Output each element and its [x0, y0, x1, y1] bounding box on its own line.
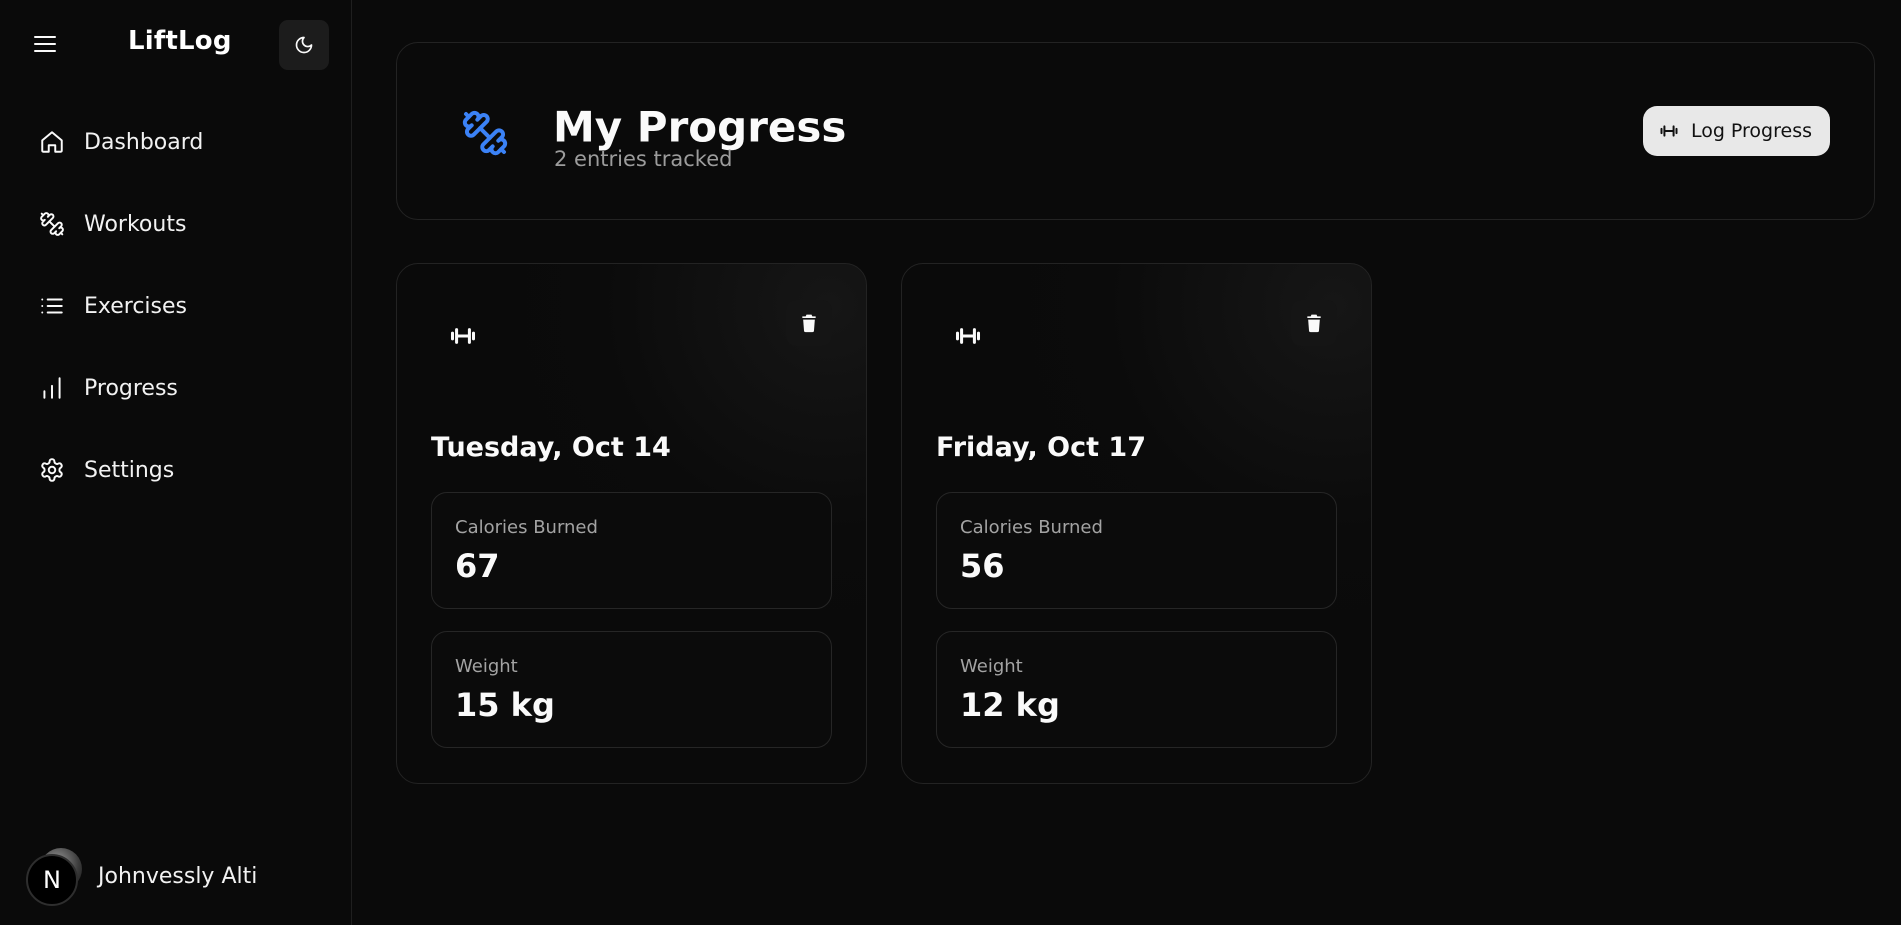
- menu-toggle-icon[interactable]: [34, 32, 58, 56]
- sidebar-item-label: Workouts: [84, 211, 187, 237]
- avatar-initial: N: [26, 854, 78, 906]
- progress-entry-card: Friday, Oct 17 Calories Burned 56 Weight…: [901, 263, 1372, 784]
- dumbbell-accent-icon: [461, 109, 509, 157]
- sidebar-item-dashboard[interactable]: Dashboard: [0, 101, 351, 183]
- sidebar-item-workouts[interactable]: Workouts: [0, 183, 351, 265]
- stat-value: 12 kg: [960, 686, 1060, 724]
- home-icon: [38, 128, 66, 156]
- user-profile[interactable]: N Johnvessly Alti: [26, 848, 258, 906]
- trash-icon: [1307, 314, 1321, 333]
- sidebar-item-progress[interactable]: Progress: [0, 347, 351, 429]
- sidebar-item-label: Progress: [84, 375, 178, 401]
- sidebar-item-label: Dashboard: [84, 129, 204, 155]
- sidebar: LiftLog Dashboard Workouts Exercises Pro…: [0, 0, 352, 925]
- delete-entry-button[interactable]: [786, 300, 832, 346]
- moon-icon: [295, 36, 313, 54]
- list-icon: [38, 292, 66, 320]
- stat-label: Weight: [960, 656, 1023, 677]
- stat-value: 15 kg: [455, 686, 555, 724]
- stat-weight: Weight 15 kg: [431, 631, 832, 748]
- sidebar-item-settings[interactable]: Settings: [0, 429, 351, 511]
- bar-chart-icon: [38, 374, 66, 402]
- dumbbell-icon: [38, 210, 66, 238]
- stat-calories: Calories Burned 56: [936, 492, 1337, 609]
- stat-calories: Calories Burned 67: [431, 492, 832, 609]
- app-root: LiftLog Dashboard Workouts Exercises Pro…: [0, 0, 1901, 925]
- page-header-card: My Progress 2 entries tracked Log Progre…: [396, 42, 1875, 220]
- trash-icon: [802, 314, 816, 333]
- log-progress-button[interactable]: Log Progress: [1642, 106, 1830, 156]
- page-subtitle: 2 entries tracked: [554, 147, 733, 171]
- delete-entry-button[interactable]: [1291, 300, 1337, 346]
- stat-value: 56: [960, 547, 1005, 585]
- avatar: N: [26, 848, 82, 906]
- user-name: Johnvessly Alti: [98, 863, 258, 889]
- stat-label: Weight: [455, 656, 518, 677]
- sidebar-item-exercises[interactable]: Exercises: [0, 265, 351, 347]
- entry-list: Tuesday, Oct 14 Calories Burned 67 Weigh…: [396, 263, 1372, 784]
- log-progress-label: Log Progress: [1690, 120, 1812, 142]
- sidebar-item-label: Exercises: [84, 293, 188, 319]
- stat-label: Calories Burned: [455, 517, 598, 538]
- theme-toggle-button[interactable]: [279, 20, 329, 70]
- stat-label: Calories Burned: [960, 517, 1103, 538]
- gear-icon: [38, 456, 66, 484]
- dumbbell-icon: [1660, 125, 1678, 137]
- sidebar-item-label: Settings: [84, 457, 175, 483]
- entry-date: Tuesday, Oct 14: [431, 432, 671, 463]
- stat-value: 67: [455, 547, 500, 585]
- brand-logo: LiftLog: [128, 26, 232, 56]
- stat-weight: Weight 12 kg: [936, 631, 1337, 748]
- dumbbell-icon: [447, 320, 479, 352]
- dumbbell-icon: [952, 320, 984, 352]
- entry-date: Friday, Oct 17: [936, 432, 1147, 463]
- sidebar-header: LiftLog: [0, 0, 351, 88]
- sidebar-nav: Dashboard Workouts Exercises Progress Se…: [0, 101, 351, 511]
- main-content: My Progress 2 entries tracked Log Progre…: [352, 0, 1901, 925]
- page-title: My Progress: [553, 102, 847, 152]
- progress-entry-card: Tuesday, Oct 14 Calories Burned 67 Weigh…: [396, 263, 867, 784]
